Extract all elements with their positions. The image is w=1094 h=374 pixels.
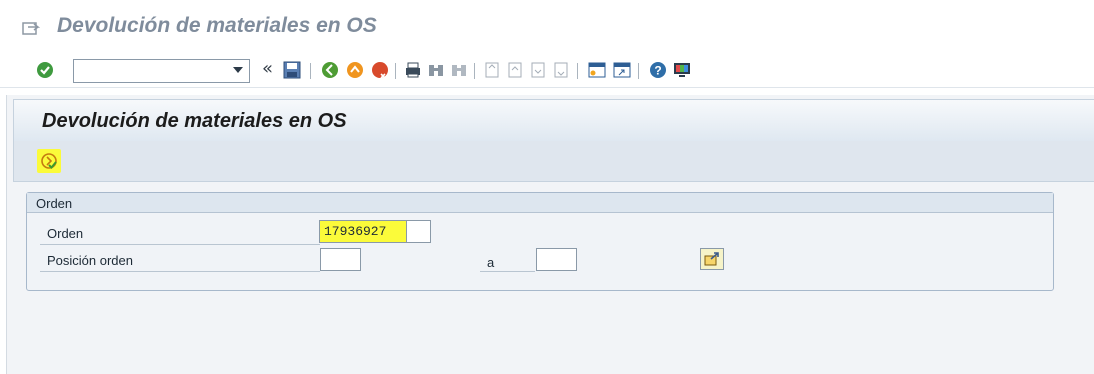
execute-button[interactable] bbox=[37, 149, 61, 173]
orden-group: Orden bbox=[26, 192, 1054, 291]
first-page-icon[interactable] bbox=[482, 60, 502, 80]
next-page-icon[interactable] bbox=[528, 60, 548, 80]
group-title: Orden bbox=[36, 196, 73, 211]
enter-icon[interactable] bbox=[35, 60, 55, 80]
separator bbox=[474, 63, 475, 79]
help-icon[interactable]: ? bbox=[648, 60, 668, 80]
orden-input-tail[interactable] bbox=[406, 220, 431, 243]
posicion-to-input[interactable] bbox=[536, 248, 577, 271]
exit-icon[interactable] bbox=[345, 60, 365, 80]
back-icon[interactable] bbox=[320, 60, 340, 80]
standard-toolbar: « ? bbox=[0, 52, 1094, 88]
command-field[interactable] bbox=[73, 59, 250, 83]
posicion-from-input[interactable] bbox=[320, 248, 361, 271]
page-title: Devolución de materiales en OS bbox=[42, 110, 347, 132]
multiple-selection-icon bbox=[704, 252, 719, 266]
window-title: Devolución de materiales en OS bbox=[57, 14, 377, 37]
separator bbox=[577, 63, 578, 79]
posicion-orden-label: Posición orden bbox=[47, 253, 133, 268]
find-next-icon[interactable] bbox=[449, 60, 469, 80]
new-session-icon[interactable] bbox=[587, 60, 607, 80]
find-icon[interactable] bbox=[426, 60, 446, 80]
execute-icon bbox=[41, 153, 57, 169]
svg-text:?: ? bbox=[654, 64, 661, 78]
separator bbox=[395, 63, 396, 79]
group-header: Orden bbox=[27, 193, 1053, 213]
label-underline bbox=[480, 271, 535, 272]
separator bbox=[638, 63, 639, 79]
label-underline bbox=[40, 271, 320, 272]
print-icon[interactable] bbox=[403, 60, 423, 80]
separator bbox=[310, 63, 311, 79]
orden-input[interactable]: 17936927 bbox=[319, 220, 407, 243]
multiple-selection-button[interactable] bbox=[700, 248, 724, 270]
save-icon[interactable] bbox=[282, 60, 302, 80]
menu-icon[interactable] bbox=[22, 22, 40, 36]
page-header: Devolución de materiales en OS bbox=[13, 99, 1094, 141]
dropdown-arrow-icon[interactable] bbox=[233, 67, 243, 73]
to-label: a bbox=[487, 255, 495, 270]
cancel-icon[interactable] bbox=[370, 60, 390, 80]
application-toolbar bbox=[13, 141, 1094, 182]
collapse-chevron-icon[interactable]: « bbox=[262, 58, 273, 79]
orden-label: Orden bbox=[47, 226, 84, 241]
title-bar: Devolución de materiales en OS bbox=[0, 0, 1094, 50]
previous-page-icon[interactable] bbox=[505, 60, 525, 80]
label-underline bbox=[40, 244, 320, 245]
shortcut-icon[interactable] bbox=[612, 60, 632, 80]
customize-layout-icon[interactable] bbox=[672, 60, 692, 80]
last-page-icon[interactable] bbox=[551, 60, 571, 80]
